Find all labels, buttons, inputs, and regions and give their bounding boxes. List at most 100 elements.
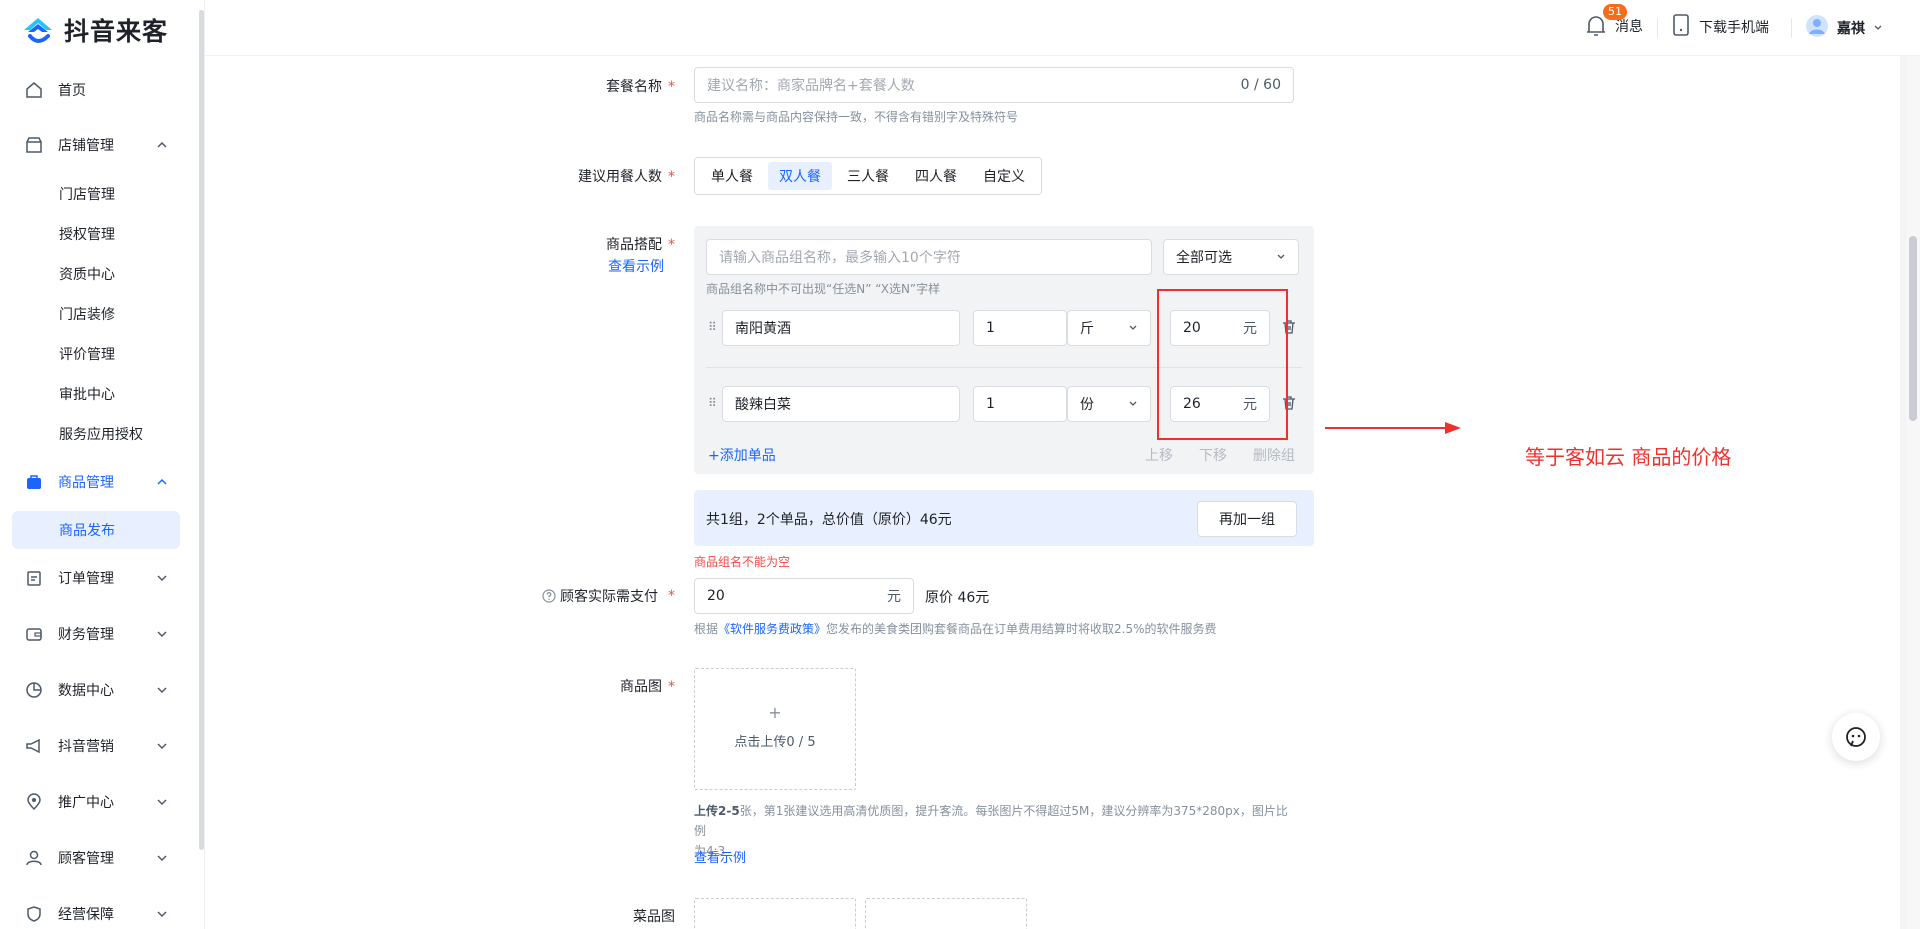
- product-image-label: 商品图 *: [620, 679, 675, 695]
- chevron-down-icon: [1129, 325, 1137, 330]
- sidebar-subitem-authorization[interactable]: 授权管理: [12, 215, 180, 253]
- header-divider: [1791, 18, 1792, 38]
- store-icon: [24, 135, 44, 155]
- sidebar-item-customers[interactable]: 顾客管理: [12, 838, 180, 878]
- group-name-error: 商品组名不能为空: [694, 555, 791, 569]
- drag-handle-icon[interactable]: ⠿: [708, 320, 717, 334]
- user-menu[interactable]: 嘉祺: [1805, 14, 1883, 42]
- sidebar-item-finance[interactable]: 财务管理: [12, 614, 180, 654]
- sidebar-subitem-store-list[interactable]: 门店管理: [12, 175, 180, 213]
- download-app-button[interactable]: 下载手机端: [1671, 14, 1769, 40]
- group-mode-value: 全部可选: [1176, 250, 1232, 266]
- dish-image-label: 菜品图: [633, 909, 675, 925]
- add-item-link[interactable]: +添加单品: [708, 445, 776, 465]
- annotation-arrow-icon: [1325, 422, 1461, 434]
- mobile-phone-icon: [1671, 14, 1691, 40]
- diners-option-double[interactable]: 双人餐: [768, 162, 832, 190]
- sidebar-subitem-qualification[interactable]: 资质中心: [12, 255, 180, 293]
- sidebar-item-data-center[interactable]: 数据中心: [12, 670, 180, 710]
- avatar: [1805, 14, 1829, 42]
- add-group-button[interactable]: 再加一组: [1197, 501, 1297, 537]
- package-name-input[interactable]: 建议名称：商家品牌名+套餐人数 0 / 60: [694, 67, 1294, 103]
- plus-icon: +: [768, 703, 782, 722]
- user-icon: [24, 848, 44, 868]
- sidebar: 抖音来客 首页 店铺管理 门店管理 授权管理 资质中心 门店装修 评价管理 审批…: [0, 0, 205, 929]
- sidebar-item-home[interactable]: 首页: [12, 70, 180, 110]
- megaphone-icon: [24, 736, 44, 756]
- diners-option-custom[interactable]: 自定义: [972, 162, 1036, 190]
- sidebar-item-product-management[interactable]: 商品管理: [12, 462, 180, 502]
- app-logo[interactable]: 抖音来客: [20, 12, 168, 48]
- diners-option-three[interactable]: 三人餐: [836, 162, 900, 190]
- message-count-badge: 51: [1603, 4, 1627, 20]
- header-divider: [1657, 18, 1658, 38]
- help-circle-icon[interactable]: [542, 589, 556, 603]
- download-app-label: 下载手机端: [1699, 20, 1769, 36]
- main-scrollbar-thumb[interactable]: [1909, 236, 1917, 421]
- item-name-input[interactable]: 酸辣白菜: [722, 386, 960, 422]
- actual-pay-value: 20: [707, 588, 725, 604]
- actual-pay-input[interactable]: 20 元: [694, 578, 914, 614]
- messages-button[interactable]: 51 消息: [1585, 4, 1643, 38]
- item-qty-input[interactable]: 1: [973, 386, 1067, 422]
- sidebar-item-store-management[interactable]: 店铺管理: [12, 125, 180, 165]
- upload-text: 点击上传0 / 5: [734, 735, 816, 750]
- item-qty-input[interactable]: 1: [973, 310, 1067, 346]
- user-name: 嘉祺: [1837, 21, 1865, 37]
- item-name-input[interactable]: 南阳黄酒: [722, 310, 960, 346]
- package-name-label: 套餐名称 *: [606, 79, 675, 95]
- combo-summary-text: 共1组，2个单品，总价值（原价）46元: [706, 512, 952, 528]
- sidebar-subitem-app-authorization[interactable]: 服务应用授权: [12, 415, 180, 453]
- diners-option-four[interactable]: 四人餐: [904, 162, 968, 190]
- sidebar-subitem-approval[interactable]: 审批中心: [12, 375, 180, 413]
- combo-label: 商品搭配 *: [606, 237, 675, 253]
- move-down-link[interactable]: 下移: [1199, 445, 1227, 465]
- sidebar-scrollbar[interactable]: [199, 10, 204, 850]
- dish-image-upload[interactable]: [865, 898, 1027, 929]
- group-name-input[interactable]: 请输入商品组名称，最多输入10个字符: [706, 239, 1152, 275]
- diners-label: 建议用餐人数 *: [578, 169, 675, 185]
- chevron-down-icon: [157, 743, 167, 750]
- item-unit-select[interactable]: 斤: [1067, 310, 1151, 346]
- sidebar-item-promotion[interactable]: 推广中心: [12, 782, 180, 822]
- chevron-down-icon: [157, 687, 167, 694]
- sidebar-item-label: 数据中心: [58, 683, 114, 699]
- chat-bot-icon: [1846, 727, 1866, 747]
- sidebar-item-label: 抖音营销: [58, 739, 114, 755]
- sidebar-item-orders[interactable]: 订单管理: [12, 558, 180, 598]
- move-up-link[interactable]: 上移: [1145, 445, 1173, 465]
- service-fee-hint: 根据《软件服务费政策》您发布的美食类团购套餐商品在订单费用结算时将收取2.5%的…: [694, 622, 1217, 636]
- sidebar-item-business-protection[interactable]: 经营保障: [12, 894, 180, 929]
- combo-example-link[interactable]: 查看示例: [494, 256, 664, 276]
- dish-image-upload[interactable]: [694, 898, 856, 929]
- group-mode-select[interactable]: 全部可选: [1163, 239, 1299, 275]
- main-scrollbar[interactable]: [1906, 56, 1920, 929]
- sidebar-subitem-product-publish[interactable]: 商品发布: [12, 511, 180, 549]
- diners-option-single[interactable]: 单人餐: [700, 162, 764, 190]
- group-name-hint: 商品组名称中不可出现“任选N” “X选N”字样: [706, 282, 941, 296]
- chevron-up-icon: [157, 141, 167, 148]
- customer-service-button[interactable]: [1832, 713, 1880, 761]
- sidebar-item-douyin-marketing[interactable]: 抖音营销: [12, 726, 180, 766]
- sidebar-item-label: 推广中心: [58, 795, 114, 811]
- sidebar-item-label: 顾客管理: [58, 851, 114, 867]
- sidebar-item-label: 店铺管理: [58, 138, 114, 154]
- price-highlight-box: [1157, 289, 1288, 440]
- product-image-upload[interactable]: + 点击上传0 / 5: [694, 668, 856, 790]
- delete-group-link[interactable]: 删除组: [1253, 445, 1295, 465]
- sidebar-subitem-store-decoration[interactable]: 门店装修: [12, 295, 180, 333]
- chevron-down-icon: [157, 911, 167, 918]
- product-image-hint: 上传2-5张，第1张建议选用高清优质图，提升客流。每张图片不得超过5M，建议分辨…: [694, 804, 1288, 858]
- item-unit-select[interactable]: 份: [1067, 386, 1151, 422]
- product-image-example-link[interactable]: 查看示例: [694, 847, 746, 866]
- package-name-hint: 商品名称需与商品内容保持一致，不得含有错别字及特殊符号: [694, 110, 1019, 124]
- sidebar-item-label: 订单管理: [58, 571, 114, 587]
- sidebar-subitem-reviews[interactable]: 评价管理: [12, 335, 180, 373]
- chevron-down-icon: [1277, 254, 1285, 259]
- drag-handle-icon[interactable]: ⠿: [708, 396, 717, 410]
- service-fee-policy-link[interactable]: 《软件服务费政策》: [718, 622, 826, 636]
- chevron-down-icon: [157, 855, 167, 862]
- actual-pay-currency: 元: [887, 589, 901, 605]
- douyin-laike-logo-icon: [20, 12, 56, 48]
- shopping-bag-icon: [24, 472, 44, 492]
